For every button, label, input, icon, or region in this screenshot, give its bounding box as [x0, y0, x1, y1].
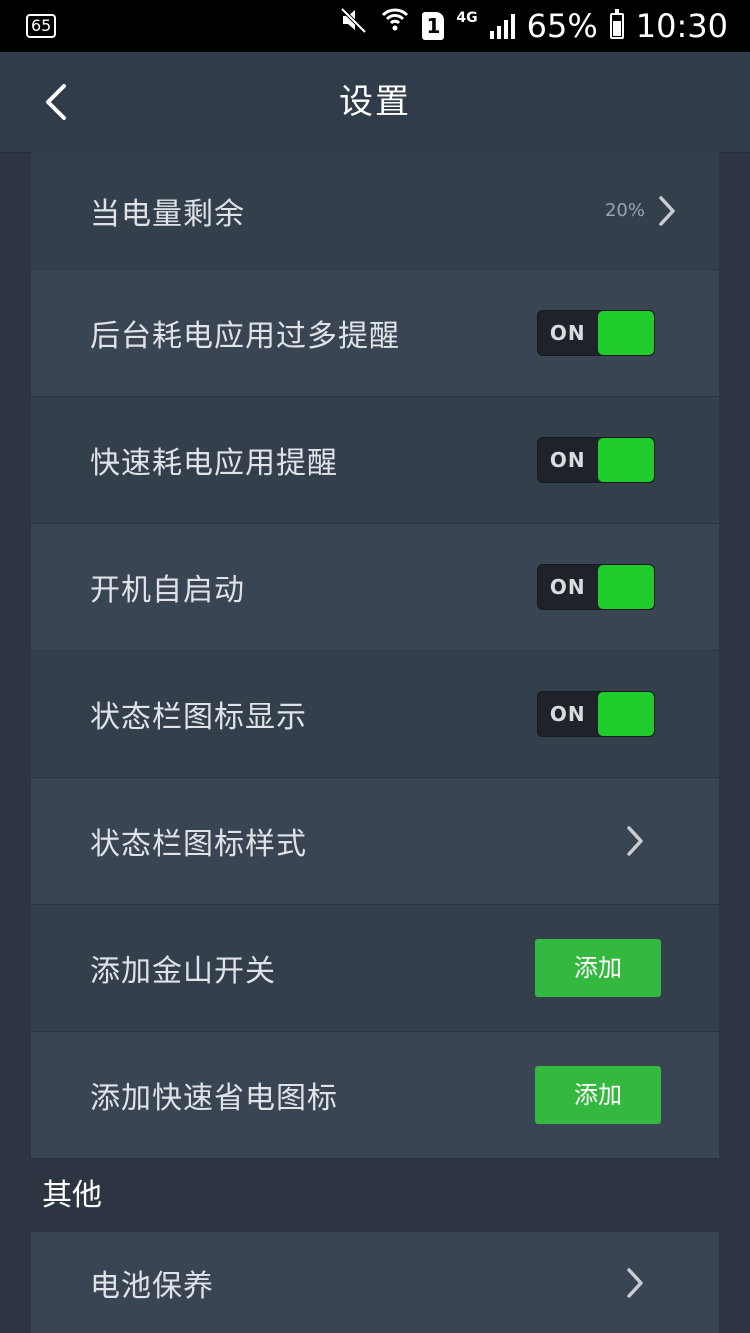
clock: 10:30	[635, 7, 728, 45]
setting-label: 后台耗电应用过多提醒	[90, 319, 400, 354]
sim-icon: 1	[422, 12, 445, 40]
toggle-knob	[598, 311, 654, 355]
other-settings-list: 电池保养	[31, 1232, 719, 1333]
autostart-toggle[interactable]: ON	[537, 564, 655, 610]
toggle-state: ON	[549, 575, 586, 599]
setting-battery-remaining[interactable]: 当电量剩余 20%	[31, 152, 719, 270]
setting-label: 快速耗电应用提醒	[90, 446, 338, 481]
chevron-right-icon	[623, 824, 647, 858]
toggle-state: ON	[549, 702, 586, 726]
background-drain-toggle[interactable]: ON	[537, 310, 655, 356]
network-type: 4G	[456, 10, 478, 26]
section-title-other: 其他	[42, 1178, 102, 1213]
setting-statusbar-icon-display: 状态栏图标显示 ON	[31, 651, 719, 778]
settings-list: 当电量剩余 20% 后台耗电应用过多提醒 ON 快速耗电应用提醒 ON 开机自启…	[31, 152, 719, 1159]
setting-autostart: 开机自启动 ON	[31, 524, 719, 651]
setting-label: 开机自启动	[90, 573, 245, 608]
statusbar-icon-toggle[interactable]: ON	[537, 691, 655, 737]
setting-label: 状态栏图标显示	[90, 700, 307, 735]
toggle-state: ON	[549, 448, 586, 472]
toggle-knob	[598, 438, 654, 482]
setting-statusbar-icon-style[interactable]: 状态栏图标样式	[31, 778, 719, 905]
status-icons: 1 4G 65% 10:30	[340, 0, 728, 52]
toggle-knob	[598, 565, 654, 609]
battery-percent: 65%	[526, 7, 598, 45]
setting-label: 状态栏图标样式	[90, 827, 307, 862]
signal-icon	[489, 13, 515, 39]
setting-add-power-save-icon: 添加快速省电图标 添加	[31, 1032, 719, 1159]
status-bar: 65 1 4G 65% 10:30	[0, 0, 750, 52]
chevron-right-icon	[655, 194, 679, 228]
setting-label: 添加快速省电图标	[90, 1081, 338, 1116]
setting-label: 当电量剩余	[90, 196, 245, 232]
page-title: 设置	[339, 82, 411, 122]
fast-drain-toggle[interactable]: ON	[537, 437, 655, 483]
setting-label: 添加金山开关	[90, 954, 276, 989]
toggle-state: ON	[549, 321, 586, 345]
wifi-icon	[380, 0, 410, 52]
app-header: 设置	[0, 52, 750, 153]
setting-battery-care[interactable]: 电池保养	[31, 1232, 719, 1333]
setting-label: 电池保养	[90, 1268, 214, 1304]
notification-badge: 65	[26, 14, 57, 38]
battery-threshold-value: 20%	[604, 200, 645, 221]
setting-add-kingsoft-switch: 添加金山开关 添加	[31, 905, 719, 1032]
toggle-knob	[598, 692, 654, 736]
add-kingsoft-switch-button[interactable]: 添加	[535, 939, 661, 997]
mute-icon	[340, 0, 368, 52]
chevron-right-icon	[623, 1266, 647, 1300]
add-power-save-icon-button[interactable]: 添加	[535, 1066, 661, 1124]
setting-fast-drain-alert: 快速耗电应用提醒 ON	[31, 397, 719, 524]
setting-background-drain-alert: 后台耗电应用过多提醒 ON	[31, 270, 719, 397]
battery-icon	[609, 9, 624, 39]
